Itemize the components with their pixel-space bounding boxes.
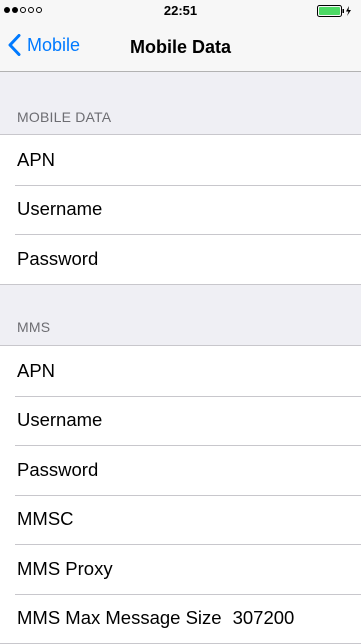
field-label: Password [17,247,99,269]
field-label: Username [17,198,103,220]
field-label: APN [17,148,56,170]
field-label: MMS Proxy [17,557,113,579]
field-label: Password [17,458,99,480]
battery-icon [317,5,353,17]
battery-charging-icon [317,5,351,17]
page-title: Mobile Data [129,37,231,57]
settings-group-mobile-data: APN Username Password [0,134,361,285]
field-label: MMS Max Message Size [17,607,222,629]
field-label: Username [17,409,103,431]
mmsc-field[interactable]: MMSC [0,494,361,545]
mms-apn-field[interactable]: APN [0,346,361,396]
settings-group-mms: APN Username Password MMSC MMS Proxy MMS… [0,345,361,644]
mms-username-field[interactable]: Username [0,395,361,446]
section-header-mms: MMS [17,319,51,335]
status-time: 22:51 [163,3,198,18]
password-field[interactable]: Password [0,234,361,284]
mms-max-message-size-field[interactable]: MMS Max Message Size 307200 [0,593,361,644]
section-header-mobile-data: MOBILE DATA [17,109,112,125]
status-bar: 22:51 [0,0,361,22]
mms-password-field[interactable]: Password [0,445,361,495]
apn-field[interactable]: APN [0,135,361,185]
field-label: MMSC [17,508,74,530]
username-field[interactable]: Username [0,184,361,235]
field-value: 307200 [232,607,295,629]
navigation-bar: Mobile Mobile Data [0,22,361,72]
field-label: APN [17,359,56,381]
mms-proxy-field[interactable]: MMS Proxy [0,544,361,594]
